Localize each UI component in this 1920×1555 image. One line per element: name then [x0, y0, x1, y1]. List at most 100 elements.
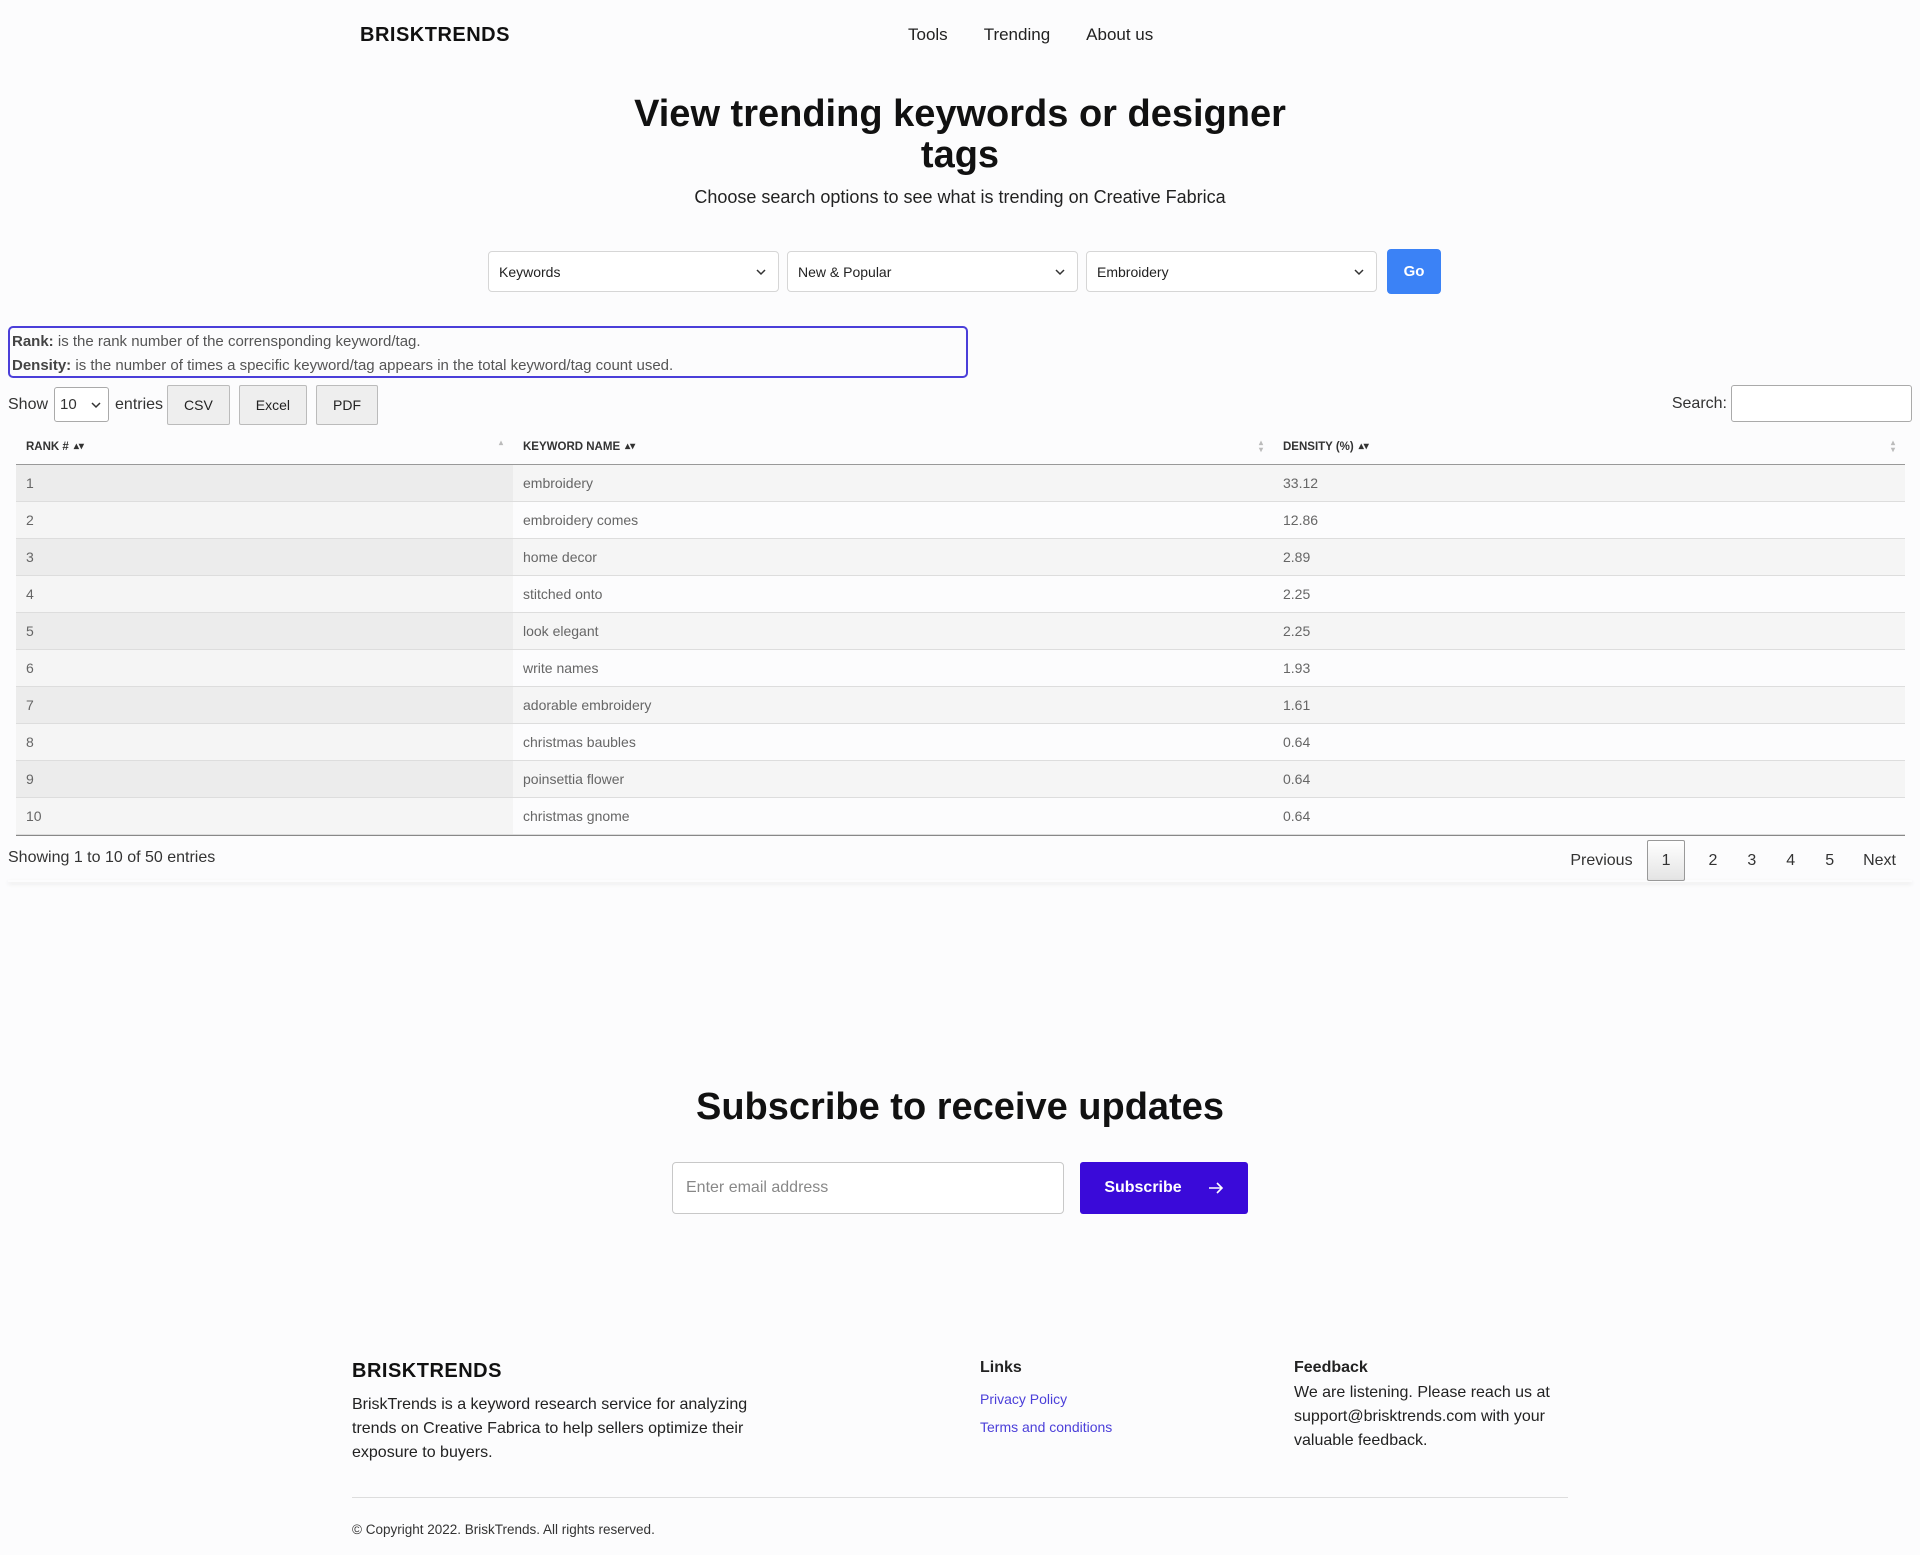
brand-logo[interactable]: BRISKTRENDS	[360, 24, 510, 47]
chevron-down-icon	[1055, 268, 1065, 275]
show-label: Show	[8, 395, 49, 413]
cell-rank: 6	[16, 650, 513, 686]
email-field[interactable]: Enter email address	[672, 1162, 1064, 1214]
legend-rank: Rank: is the rank number of the corrensp…	[12, 330, 966, 354]
cell-keyword: poinsettia flower	[523, 771, 625, 787]
cell-rank: 1	[16, 465, 513, 501]
table-row: 6 write names 1.93	[16, 650, 1905, 687]
pagination-page-4[interactable]: 4	[1771, 840, 1810, 881]
table-card-edge	[8, 880, 1912, 882]
table-row: 4 stitched onto 2.25	[16, 576, 1905, 613]
header-keyword-label: KEYWORD NAME	[523, 440, 621, 453]
top-navbar: BRISKTRENDS Tools Trending About us	[0, 0, 1920, 72]
header-rank-label: RANK #	[26, 440, 69, 453]
cell-keyword: look elegant	[523, 623, 599, 639]
table-row: 9 poinsettia flower 0.64	[16, 761, 1905, 798]
type-select[interactable]: Keywords	[488, 251, 779, 292]
table-row: 1 embroidery 33.12	[16, 465, 1905, 502]
pagination-page-2[interactable]: 2	[1693, 840, 1732, 881]
copyright: © Copyright 2022. BriskTrends. All right…	[352, 1522, 655, 1537]
pagination-previous[interactable]: Previous	[1556, 840, 1646, 881]
sort-indicator-icon: ▴	[498, 438, 503, 447]
nav-about-us[interactable]: About us	[1086, 25, 1153, 45]
footer-description: BriskTrends is a keyword research servic…	[352, 1396, 748, 1461]
cell-keyword: christmas gnome	[523, 808, 630, 824]
subscribe-button[interactable]: Subscribe	[1080, 1162, 1248, 1214]
go-button[interactable]: Go	[1387, 249, 1441, 294]
legend-density-text: is the number of times a specific keywor…	[71, 357, 674, 374]
legend-rank-text: is the rank number of the corrensponding…	[53, 333, 421, 350]
page-length-select[interactable]: 10	[54, 387, 110, 422]
header-density-label: DENSITY (%)	[1283, 440, 1354, 453]
entries-label: entries	[115, 395, 164, 413]
footer-divider	[352, 1497, 1568, 1498]
pagination-page-1[interactable]: 1	[1646, 840, 1686, 881]
cell-rank: 3	[16, 539, 513, 575]
pagination-page-3[interactable]: 3	[1732, 840, 1771, 881]
pagination: Previous 1 2 3 4 5 Next	[1556, 840, 1910, 881]
subscribe-button-label: Subscribe	[1104, 1179, 1182, 1196]
pdf-button[interactable]: PDF	[316, 385, 379, 425]
keywords-table: RANK # ▴▾ ▴ KEYWORD NAME ▴▾ ▴ ▾ DENSITY (…	[16, 429, 1905, 836]
subscribe-title: Subscribe to receive updates	[696, 1086, 1224, 1128]
cell-rank: 2	[16, 502, 513, 538]
cell-rank: 5	[16, 613, 513, 649]
pagination-next[interactable]: Next	[1849, 840, 1910, 881]
type-select-value: Keywords	[499, 263, 561, 280]
search-options: Keywords New & Popular Embroidery Go	[488, 249, 1441, 294]
table-header: RANK # ▴▾ ▴ KEYWORD NAME ▴▾ ▴ ▾ DENSITY (…	[16, 429, 1905, 465]
csv-button[interactable]: CSV	[167, 385, 230, 425]
arrow-right-icon	[1208, 1182, 1223, 1194]
sort-indicator-icon: ▴ ▾	[1258, 438, 1263, 454]
nav-trending[interactable]: Trending	[984, 25, 1050, 45]
nav-tools[interactable]: Tools	[908, 25, 948, 45]
cell-density: 1.93	[1283, 660, 1311, 676]
cell-rank: 9	[16, 761, 513, 797]
cell-keyword: embroidery comes	[523, 512, 639, 528]
table-row: 3 home decor 2.89	[16, 539, 1905, 576]
page-title: View trending keywords or designer tags	[634, 93, 1286, 176]
footer-feedback-text: We are listening. Please reach us at sup…	[1294, 1384, 1550, 1449]
cell-keyword: stitched onto	[523, 586, 603, 602]
page-length-value: 10	[60, 396, 77, 413]
cell-keyword: write names	[523, 660, 599, 676]
privacy-policy-link[interactable]: Privacy Policy	[980, 1391, 1067, 1407]
search-label: Search:	[1671, 394, 1727, 412]
cell-density: 0.64	[1283, 771, 1311, 787]
table-body: 1 embroidery 33.12 2 embroidery comes 12.86 3 h…	[16, 465, 1905, 836]
header-density[interactable]: DENSITY (%) ▴▾ ▴ ▾	[1273, 429, 1905, 464]
header-rank[interactable]: RANK # ▴▾ ▴	[16, 429, 513, 464]
cell-rank: 7	[16, 687, 513, 723]
table-row: 10 christmas gnome 0.64	[16, 798, 1905, 835]
legend-density-label: Density:	[12, 357, 72, 374]
terms-link[interactable]: Terms and conditions	[980, 1419, 1112, 1435]
sort-indicator-icon: ▴ ▾	[1890, 438, 1895, 454]
pagination-page-5[interactable]: 5	[1810, 840, 1849, 881]
header-keyword[interactable]: KEYWORD NAME ▴▾ ▴ ▾	[513, 429, 1273, 464]
cell-keyword: christmas baubles	[523, 734, 636, 750]
excel-button[interactable]: Excel	[238, 385, 308, 425]
cell-keyword: adorable embroidery	[523, 697, 652, 713]
search-input[interactable]	[1731, 385, 1912, 422]
category-select-value: Embroidery	[1097, 263, 1169, 280]
footer-brand[interactable]: BRISKTRENDS	[352, 1360, 502, 1383]
chevron-down-icon	[1354, 268, 1364, 275]
table-info: Showing 1 to 10 of 50 entries	[8, 849, 216, 866]
cell-density: 0.64	[1283, 734, 1311, 750]
sort-select-value: New & Popular	[798, 263, 892, 280]
footer-feedback-title: Feedback	[1294, 1359, 1368, 1376]
cell-density: 33.12	[1283, 475, 1319, 491]
footer-links-title: Links	[980, 1359, 1022, 1376]
cell-rank: 4	[16, 576, 513, 612]
legend-rank-label: Rank:	[12, 333, 54, 350]
sort-select[interactable]: New & Popular	[787, 251, 1078, 292]
sort-icon: ▴▾	[73, 441, 84, 452]
page-length-control: Show 10 entries	[8, 387, 163, 422]
cell-density: 1.61	[1283, 697, 1311, 713]
table-row: 8 christmas baubles 0.64	[16, 724, 1905, 761]
category-select[interactable]: Embroidery	[1086, 251, 1377, 292]
cell-density: 2.89	[1283, 549, 1311, 565]
sort-icon: ▴▾	[625, 441, 636, 452]
cell-rank: 8	[16, 724, 513, 760]
page-subtitle: Choose search options to see what is tre…	[694, 187, 1226, 207]
